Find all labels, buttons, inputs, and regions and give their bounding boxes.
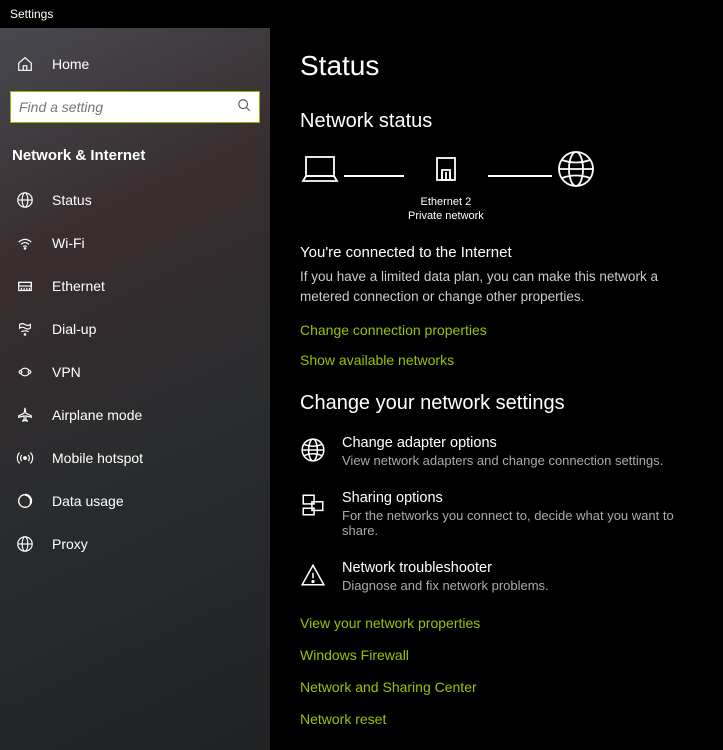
dialup-icon xyxy=(16,320,34,338)
connected-body: If you have a limited data plan, you can… xyxy=(300,267,701,306)
main-panel: Status Network status .. Ethernet 2Priva… xyxy=(270,28,723,750)
sidebar-section-title: Network & Internet xyxy=(0,135,270,178)
search-icon xyxy=(237,98,251,117)
warning-icon xyxy=(300,562,326,588)
vpn-icon xyxy=(16,363,34,381)
sharing-icon xyxy=(300,492,326,518)
sidebar: Home Network & Internet Status Wi-Fi xyxy=(0,28,270,750)
view-network-properties-link[interactable]: View your network properties xyxy=(300,615,701,631)
diagram-connector xyxy=(488,175,552,177)
globe-icon xyxy=(556,149,596,194)
window-title: Settings xyxy=(10,7,53,21)
show-available-networks-link[interactable]: Show available networks xyxy=(300,352,701,368)
sidebar-item-ethernet[interactable]: Ethernet xyxy=(0,264,270,307)
sidebar-item-label: Data usage xyxy=(52,493,124,509)
home-icon xyxy=(16,55,34,73)
proxy-icon xyxy=(16,535,34,553)
sidebar-item-label: Wi-Fi xyxy=(52,235,85,251)
ethernet-icon xyxy=(16,277,34,295)
hotspot-icon xyxy=(16,449,34,467)
sidebar-item-label: Mobile hotspot xyxy=(52,450,143,466)
sidebar-item-label: Airplane mode xyxy=(52,407,142,423)
sidebar-item-vpn[interactable]: VPN xyxy=(0,350,270,393)
network-status-heading: Network status xyxy=(300,110,701,133)
home-button[interactable]: Home xyxy=(0,42,270,85)
sidebar-item-label: VPN xyxy=(52,364,81,380)
row-subtitle: View network adapters and change connect… xyxy=(342,453,663,468)
search-input-container[interactable] xyxy=(10,91,260,123)
network-diagram: .. Ethernet 2Private network .. xyxy=(300,149,701,226)
connected-heading: You're connected to the Internet xyxy=(300,244,701,261)
sidebar-item-datausage[interactable]: Data usage xyxy=(0,479,270,522)
network-troubleshooter[interactable]: Network troubleshooter Diagnose and fix … xyxy=(300,560,701,593)
row-title: Network troubleshooter xyxy=(342,560,549,576)
sidebar-item-airplane[interactable]: Airplane mode xyxy=(0,393,270,436)
router-icon xyxy=(431,152,461,191)
device-icon xyxy=(300,152,340,191)
globe-icon xyxy=(300,437,326,463)
sidebar-item-label: Dial-up xyxy=(52,321,96,337)
status-icon xyxy=(16,191,34,209)
sidebar-item-wifi[interactable]: Wi-Fi xyxy=(0,221,270,264)
wifi-icon xyxy=(16,234,34,252)
sidebar-item-label: Ethernet xyxy=(52,278,105,294)
diagram-connector xyxy=(344,175,404,177)
network-sharing-center-link[interactable]: Network and Sharing Center xyxy=(300,679,701,695)
sidebar-item-proxy[interactable]: Proxy xyxy=(0,522,270,565)
sidebar-item-label: Proxy xyxy=(52,536,88,552)
home-label: Home xyxy=(52,56,89,72)
airplane-icon xyxy=(16,406,34,424)
windows-firewall-link[interactable]: Windows Firewall xyxy=(300,647,701,663)
row-title: Change adapter options xyxy=(342,435,663,451)
window-titlebar: Settings xyxy=(0,0,723,28)
change-adapter-options[interactable]: Change adapter options View network adap… xyxy=(300,435,701,468)
page-title: Status xyxy=(300,50,701,82)
network-reset-link[interactable]: Network reset xyxy=(300,711,701,727)
change-settings-heading: Change your network settings xyxy=(300,392,701,415)
data-usage-icon xyxy=(16,492,34,510)
sidebar-item-dialup[interactable]: Dial-up xyxy=(0,307,270,350)
sharing-options[interactable]: Sharing options For the networks you con… xyxy=(300,490,701,538)
sidebar-item-label: Status xyxy=(52,192,92,208)
sidebar-item-status[interactable]: Status xyxy=(0,178,270,221)
row-subtitle: For the networks you connect to, decide … xyxy=(342,508,701,538)
search-input[interactable] xyxy=(19,99,237,115)
change-connection-properties-link[interactable]: Change connection properties xyxy=(300,322,701,338)
row-title: Sharing options xyxy=(342,490,701,506)
sidebar-item-hotspot[interactable]: Mobile hotspot xyxy=(0,436,270,479)
row-subtitle: Diagnose and fix network problems. xyxy=(342,578,549,593)
router-label: Ethernet 2Private network xyxy=(408,195,484,223)
